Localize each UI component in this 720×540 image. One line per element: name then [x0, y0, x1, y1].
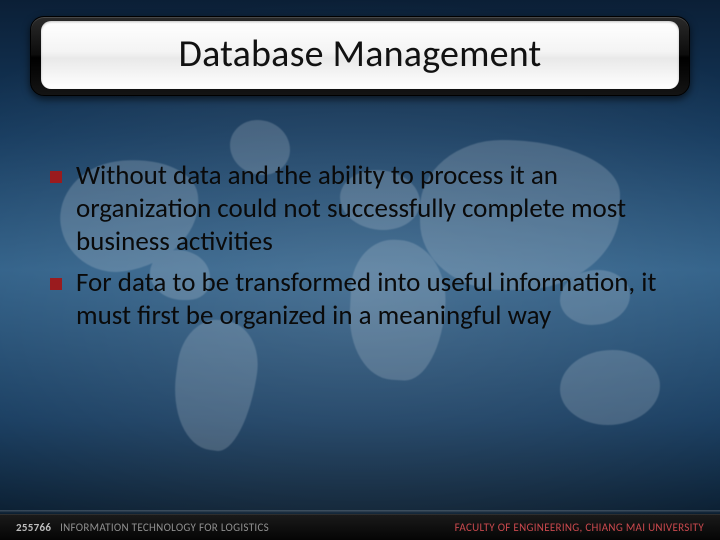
- bullet-item: Without data and the ability to process …: [46, 160, 674, 259]
- course-code: 255766: [16, 521, 51, 534]
- course-name: INFORMATION TECHNOLOGY FOR LOGISTICS: [60, 521, 269, 534]
- footer-right: FACULTY OF ENGINEERING, CHIANG MAI UNIVE…: [455, 521, 704, 534]
- slide-title: Database Management: [57, 31, 663, 77]
- footer: 255766 INFORMATION TECHNOLOGY FOR LOGIST…: [0, 514, 720, 540]
- bullet-item: For data to be transformed into useful i…: [46, 267, 674, 333]
- slide: Database Management Without data and the…: [0, 0, 720, 540]
- slide-body: Without data and the ability to process …: [46, 160, 674, 341]
- footer-left: 255766 INFORMATION TECHNOLOGY FOR LOGIST…: [16, 521, 269, 534]
- title-bar: Database Management: [30, 16, 690, 96]
